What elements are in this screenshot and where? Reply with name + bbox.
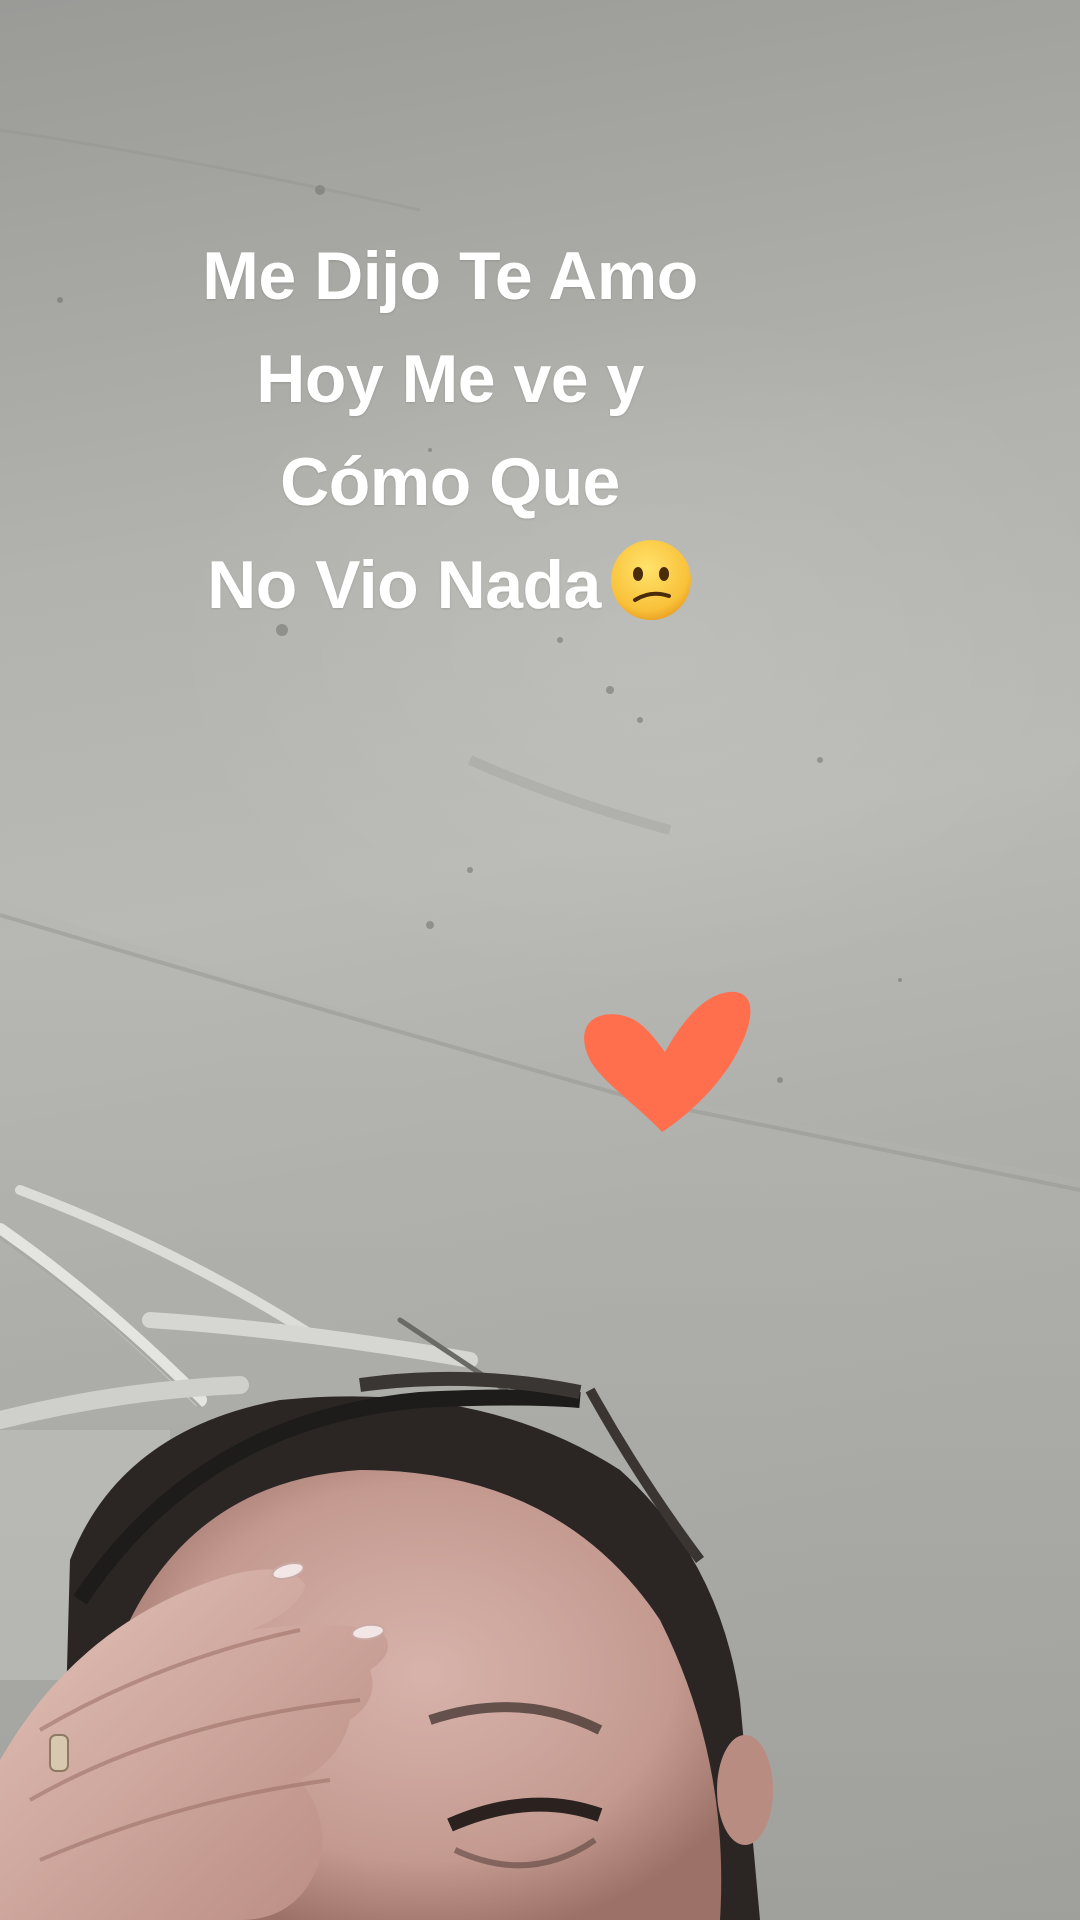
caption-line-4: No Vio Nada bbox=[207, 547, 601, 623]
confused-face-emoji-icon bbox=[609, 538, 693, 651]
caption-line-1: Me Dijo Te Amo bbox=[202, 238, 698, 314]
caption-line-4-wrap: No Vio Nada bbox=[90, 534, 810, 651]
caption-line-3: Cómo Que bbox=[280, 444, 620, 520]
video-caption: Me Dijo Te Amo Hoy Me ve y Cómo Que No V… bbox=[90, 225, 810, 651]
caption-line-2: Hoy Me ve y bbox=[256, 341, 644, 417]
video-frame: Me Dijo Te Amo Hoy Me ve y Cómo Que No V… bbox=[0, 0, 1080, 1920]
